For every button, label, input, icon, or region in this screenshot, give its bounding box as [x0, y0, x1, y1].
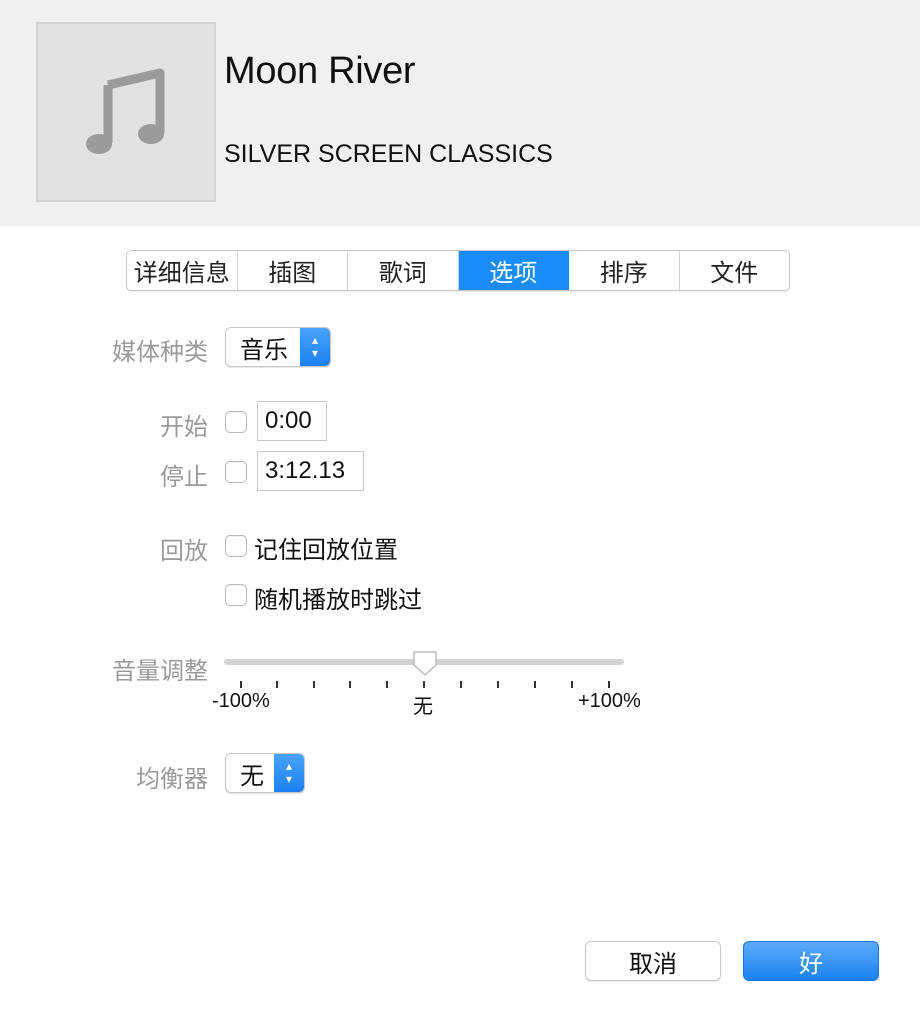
stop-label: 停止	[160, 463, 208, 491]
tab-artwork[interactable]: 插图	[238, 251, 348, 290]
start-checkbox[interactable]	[225, 411, 247, 433]
start-label: 开始	[160, 413, 208, 441]
volume-min-label: -100%	[212, 690, 270, 712]
tab-bar: 详细信息 插图 歌词 选项 排序 文件	[126, 250, 790, 291]
stop-time-field[interactable]: 3:12.13	[257, 451, 364, 491]
media-kind-value: 音乐	[240, 335, 288, 364]
slider-tick	[386, 681, 388, 688]
music-note-icon	[86, 68, 165, 154]
stop-checkbox[interactable]	[225, 461, 247, 483]
ok-button[interactable]: 好	[743, 941, 879, 981]
tab-details[interactable]: 详细信息	[127, 251, 238, 290]
tab-file[interactable]: 文件	[680, 251, 790, 290]
start-time-field[interactable]: 0:00	[257, 401, 327, 441]
slider-tick	[534, 681, 536, 688]
remember-position-label[interactable]: 记住回放位置	[254, 530, 398, 565]
volume-max-label: +100%	[578, 690, 641, 712]
tab-options[interactable]: 选项	[458, 251, 569, 290]
tab-sorting[interactable]: 排序	[569, 251, 680, 290]
slider-tick	[571, 681, 573, 688]
slider-tick	[423, 681, 425, 688]
album-artwork[interactable]	[36, 22, 216, 202]
slider-tick	[460, 681, 462, 688]
equalizer-value: 无	[240, 761, 264, 790]
slider-tick	[608, 681, 610, 688]
volume-slider-thumb[interactable]	[412, 650, 438, 676]
slider-tick	[497, 681, 499, 688]
slider-tick	[240, 681, 242, 688]
slider-tick	[313, 681, 315, 688]
album-title: SILVER SCREEN CLASSICS	[224, 140, 553, 168]
remember-position-checkbox[interactable]	[225, 535, 247, 557]
cancel-button[interactable]: 取消	[585, 941, 721, 981]
media-kind-label: 媒体种类	[112, 338, 208, 366]
skip-shuffle-label[interactable]: 随机播放时跳过	[254, 580, 422, 615]
media-kind-select[interactable]: 音乐 ▴ ▾	[225, 327, 331, 367]
volume-label: 音量调整	[112, 657, 208, 685]
volume-mid-label: 无	[413, 696, 433, 718]
equalizer-select[interactable]: 无 ▴ ▾	[225, 753, 305, 793]
slider-tick	[349, 681, 351, 688]
tab-lyrics[interactable]: 歌词	[348, 251, 459, 290]
track-header: Moon River SILVER SCREEN CLASSICS	[0, 0, 920, 226]
playback-label: 回放	[160, 537, 208, 565]
track-title: Moon River	[224, 50, 416, 92]
equalizer-label: 均衡器	[136, 765, 208, 793]
stepper-arrows-icon: ▴ ▾	[300, 328, 330, 366]
slider-tick	[276, 681, 278, 688]
stepper-arrows-icon: ▴ ▾	[274, 754, 304, 792]
skip-shuffle-checkbox[interactable]	[225, 584, 247, 606]
